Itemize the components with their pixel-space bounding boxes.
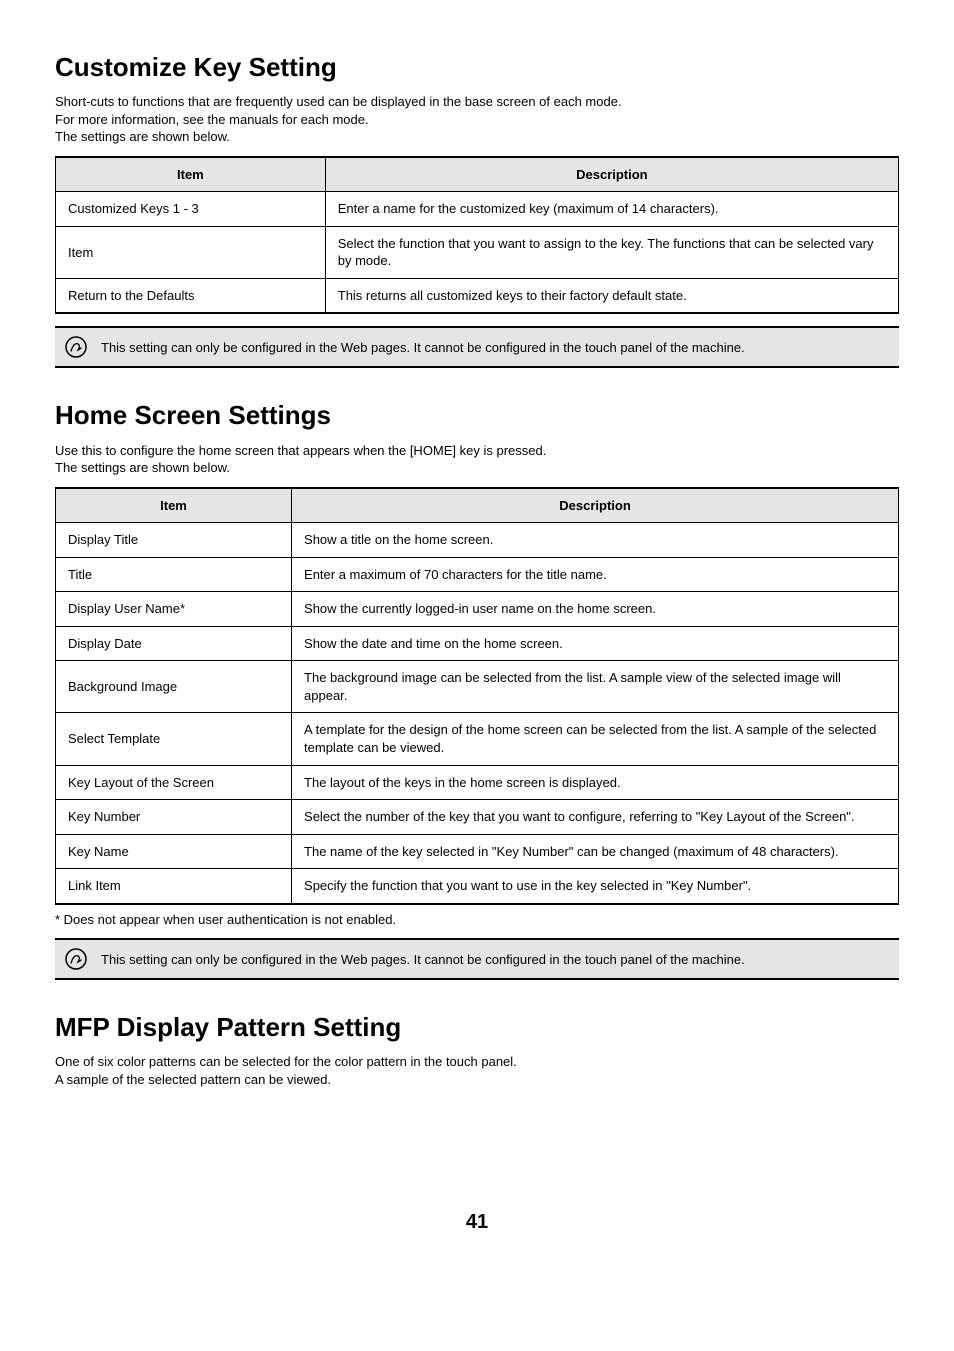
table-row: Display User Name*Show the currently log…: [56, 592, 899, 627]
cell-item: Background Image: [56, 661, 292, 713]
cell-desc: A template for the design of the home sc…: [292, 713, 899, 765]
cell-desc: Show a title on the home screen.: [292, 523, 899, 558]
cell-desc: Enter a maximum of 70 characters for the…: [292, 557, 899, 592]
text-line: The settings are shown below.: [55, 459, 899, 477]
cell-item: Select Template: [56, 713, 292, 765]
cell-item: Display User Name*: [56, 592, 292, 627]
note-icon: [65, 336, 87, 358]
cell-item: Display Date: [56, 626, 292, 661]
header-item: Item: [56, 157, 326, 192]
text-line: The settings are shown below.: [55, 128, 899, 146]
table-row: Return to the Defaults This returns all …: [56, 278, 899, 313]
cell-desc: The background image can be selected fro…: [292, 661, 899, 713]
table-row: Background ImageThe background image can…: [56, 661, 899, 713]
cell-item: Link Item: [56, 869, 292, 904]
cell-item: Display Title: [56, 523, 292, 558]
note-text: This setting can only be configured in t…: [101, 951, 745, 969]
text-line: Short-cuts to functions that are frequen…: [55, 93, 899, 111]
table-row: Display DateShow the date and time on th…: [56, 626, 899, 661]
cell-desc: Show the date and time on the home scree…: [292, 626, 899, 661]
cell-desc: Show the currently logged-in user name o…: [292, 592, 899, 627]
text-line: A sample of the selected pattern can be …: [55, 1071, 899, 1089]
section1-table: Item Description Customized Keys 1 - 3 E…: [55, 156, 899, 315]
section2-heading: Home Screen Settings: [55, 398, 899, 433]
cell-item: Title: [56, 557, 292, 592]
cell-desc: Select the function that you want to ass…: [325, 226, 898, 278]
table-row: Select TemplateA template for the design…: [56, 713, 899, 765]
cell-desc: This returns all customized keys to thei…: [325, 278, 898, 313]
cell-item: Return to the Defaults: [56, 278, 326, 313]
cell-desc: Select the number of the key that you wa…: [292, 800, 899, 835]
header-item: Item: [56, 488, 292, 523]
section3-intro: One of six color patterns can be selecte…: [55, 1053, 899, 1088]
header-desc: Description: [325, 157, 898, 192]
section1-heading: Customize Key Setting: [55, 50, 899, 85]
header-desc: Description: [292, 488, 899, 523]
section3-heading: MFP Display Pattern Setting: [55, 1010, 899, 1045]
table-header-row: Item Description: [56, 488, 899, 523]
cell-item: Key Name: [56, 834, 292, 869]
page-number: 41: [55, 1209, 899, 1236]
cell-item: Item: [56, 226, 326, 278]
section2-note: This setting can only be configured in t…: [55, 938, 899, 980]
section2-footnote: * Does not appear when user authenticati…: [55, 911, 899, 929]
note-text: This setting can only be configured in t…: [101, 339, 745, 357]
table-header-row: Item Description: [56, 157, 899, 192]
table-row: Display TitleShow a title on the home sc…: [56, 523, 899, 558]
table-row: Key Layout of the ScreenThe layout of th…: [56, 765, 899, 800]
table-row: TitleEnter a maximum of 70 characters fo…: [56, 557, 899, 592]
table-row: Item Select the function that you want t…: [56, 226, 899, 278]
cell-item: Key Number: [56, 800, 292, 835]
cell-desc: Enter a name for the customized key (max…: [325, 192, 898, 227]
cell-item: Customized Keys 1 - 3: [56, 192, 326, 227]
section1-intro: Short-cuts to functions that are frequen…: [55, 93, 899, 146]
cell-desc: The layout of the keys in the home scree…: [292, 765, 899, 800]
cell-desc: Specify the function that you want to us…: [292, 869, 899, 904]
text-line: Use this to configure the home screen th…: [55, 442, 899, 460]
cell-item: Key Layout of the Screen: [56, 765, 292, 800]
text-line: One of six color patterns can be selecte…: [55, 1053, 899, 1071]
text-line: For more information, see the manuals fo…: [55, 111, 899, 129]
table-row: Key NameThe name of the key selected in …: [56, 834, 899, 869]
section2-intro: Use this to configure the home screen th…: [55, 442, 899, 477]
note-icon: [65, 948, 87, 970]
table-row: Customized Keys 1 - 3 Enter a name for t…: [56, 192, 899, 227]
section1-note: This setting can only be configured in t…: [55, 326, 899, 368]
section2-table: Item Description Display TitleShow a tit…: [55, 487, 899, 905]
cell-desc: The name of the key selected in "Key Num…: [292, 834, 899, 869]
table-row: Link ItemSpecify the function that you w…: [56, 869, 899, 904]
table-row: Key NumberSelect the number of the key t…: [56, 800, 899, 835]
